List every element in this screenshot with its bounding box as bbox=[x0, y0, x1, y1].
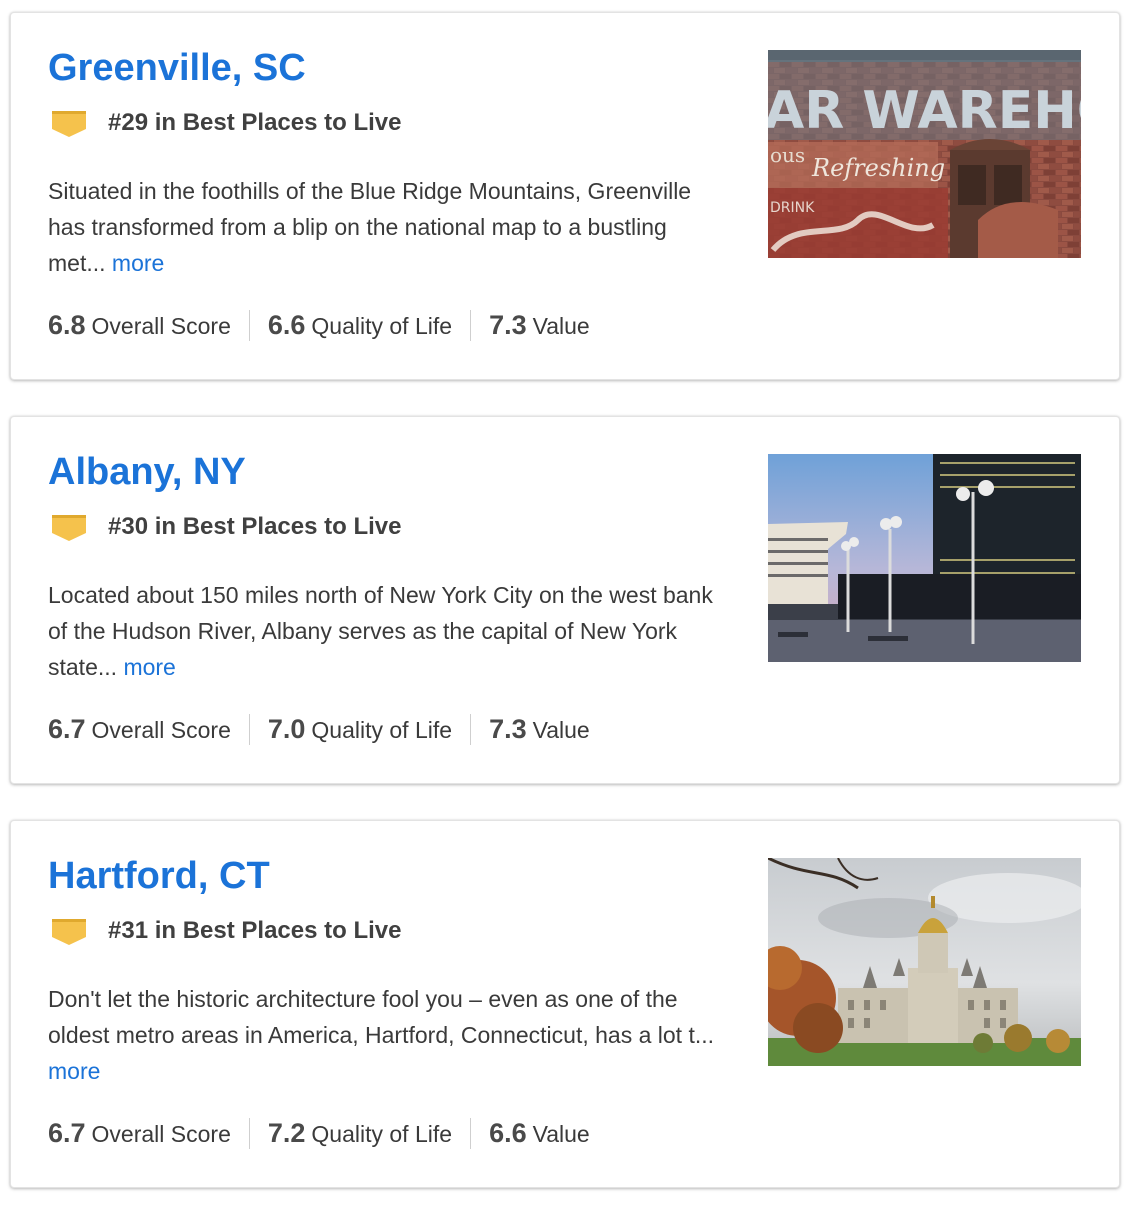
city-description: Located about 150 miles north of New Yor… bbox=[48, 577, 728, 685]
city-title-link[interactable]: Hartford, CT bbox=[48, 851, 270, 901]
rank-row: #29 in Best Places to Live bbox=[48, 105, 401, 141]
city-photo[interactable] bbox=[768, 858, 1081, 1066]
overall-score: 6.7 Overall Score bbox=[48, 714, 249, 745]
city-card: Hartford, CT #31 in Best Places to Live … bbox=[10, 820, 1120, 1188]
score-row: 6.7 Overall Score 7.0 Quality of Life 7.… bbox=[48, 709, 608, 749]
quality-of-life-score: 7.2 Quality of Life bbox=[248, 1117, 470, 1149]
score-value: 7.3 bbox=[489, 713, 527, 744]
score-label: Value bbox=[532, 312, 590, 339]
rank-link[interactable]: #29 in Best Places to Live bbox=[108, 109, 401, 137]
score-label: Overall Score bbox=[91, 312, 231, 339]
score-value: 6.7 bbox=[48, 713, 86, 744]
more-link[interactable]: more bbox=[112, 250, 164, 276]
score-value: 7.2 bbox=[267, 1117, 306, 1148]
rank-link[interactable]: #30 in Best Places to Live bbox=[108, 513, 401, 541]
value-score: 7.3 Value bbox=[470, 713, 608, 745]
score-label: Quality of Life bbox=[311, 312, 453, 339]
quality-of-life-score: 6.6 Quality of Life bbox=[248, 309, 470, 341]
sign-drink-text: DRINK bbox=[770, 200, 815, 216]
overall-score: 6.7 Overall Score bbox=[48, 1118, 249, 1149]
city-photo[interactable] bbox=[768, 454, 1081, 662]
value-score: 7.3 Value bbox=[470, 309, 608, 341]
score-value: 7.0 bbox=[267, 713, 306, 744]
ranking-badge-icon bbox=[52, 513, 86, 541]
city-photo[interactable]: AR WAREHOUSE ous Refreshing DRINK bbox=[768, 50, 1081, 258]
description-text: Don't let the historic architecture fool… bbox=[48, 986, 715, 1048]
rank-row: #30 in Best Places to Live bbox=[48, 509, 401, 545]
score-value: 6.8 bbox=[48, 309, 86, 340]
score-label: Overall Score bbox=[91, 1120, 231, 1147]
ranking-badge-icon bbox=[52, 109, 86, 137]
score-value: 6.6 bbox=[267, 309, 306, 340]
city-title-link[interactable]: Greenville, SC bbox=[48, 43, 306, 93]
sign-small-text: ous bbox=[770, 143, 805, 167]
score-row: 6.8 Overall Score 6.6 Quality of Life 7.… bbox=[48, 305, 608, 345]
rank-row: #31 in Best Places to Live bbox=[48, 913, 401, 949]
sign-text: AR WAREHOUSE bbox=[768, 81, 1081, 141]
score-label: Value bbox=[532, 1120, 590, 1147]
value-score: 6.6 Value bbox=[470, 1117, 608, 1149]
score-label: Overall Score bbox=[91, 716, 231, 743]
more-link[interactable]: more bbox=[123, 654, 175, 680]
score-label: Quality of Life bbox=[311, 716, 453, 743]
more-link[interactable]: more bbox=[48, 1058, 100, 1084]
score-value: 6.7 bbox=[48, 1117, 86, 1148]
score-row: 6.7 Overall Score 7.2 Quality of Life 6.… bbox=[48, 1113, 608, 1153]
score-value: 7.3 bbox=[489, 309, 527, 340]
ranking-badge-icon bbox=[52, 917, 86, 945]
sign-sub-text: Refreshing bbox=[811, 154, 945, 182]
city-description: Situated in the foothills of the Blue Ri… bbox=[48, 173, 728, 281]
quality-of-life-score: 7.0 Quality of Life bbox=[248, 713, 470, 745]
city-description: Don't let the historic architecture fool… bbox=[48, 981, 728, 1089]
score-label: Quality of Life bbox=[311, 1120, 453, 1147]
city-card: Albany, NY #30 in Best Places to Live Lo… bbox=[10, 416, 1120, 784]
score-value: 6.6 bbox=[489, 1117, 527, 1148]
overall-score: 6.8 Overall Score bbox=[48, 310, 249, 341]
rank-link[interactable]: #31 in Best Places to Live bbox=[108, 917, 401, 945]
score-label: Value bbox=[532, 716, 590, 743]
city-title-link[interactable]: Albany, NY bbox=[48, 447, 246, 497]
city-card: Greenville, SC #29 in Best Places to Liv… bbox=[10, 12, 1120, 380]
